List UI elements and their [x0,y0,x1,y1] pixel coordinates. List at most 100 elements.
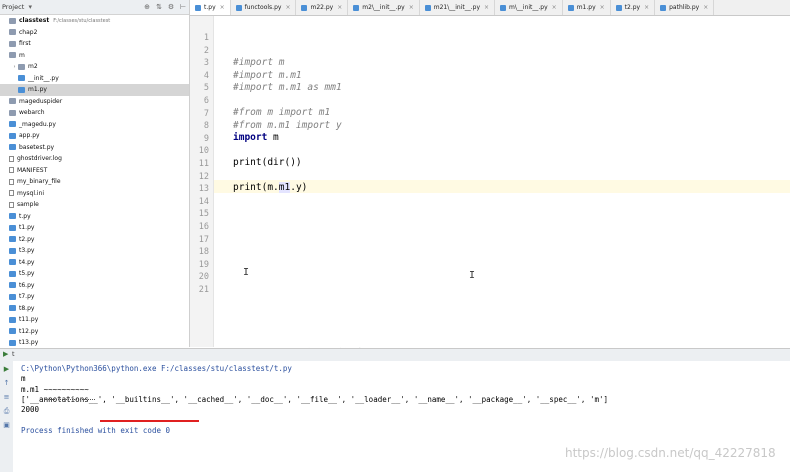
editor-tab[interactable]: m21\__init__.py × [420,0,496,15]
tree-item[interactable]: m1.py [0,84,189,96]
tree-item[interactable]: first [0,38,189,50]
project-panel-title[interactable]: Project [2,3,24,11]
tree-item-label: app.py [19,132,40,140]
hide-icon[interactable]: ⊢ [177,3,189,11]
tree-item[interactable]: t5.py [0,268,189,280]
tree-item[interactable]: basetest.py [0,142,189,154]
tree-item[interactable]: webarch [0,107,189,119]
tree-item[interactable]: t13.py [0,337,189,347]
tree-item-label: t6.py [19,281,35,289]
tree-item[interactable]: t7.py [0,291,189,303]
tree-item[interactable]: sample [0,199,189,211]
editor-tab[interactable]: t2.py × [611,0,656,15]
close-icon[interactable]: × [337,4,342,11]
editor-tab[interactable]: functools.py × [231,0,297,15]
python-file-icon [9,132,16,139]
editor-tab[interactable]: t.py × [190,0,231,15]
python-file-icon [424,4,431,11]
tree-item[interactable]: classtest F:/classes/stu/classtest [0,15,189,27]
console-line: ['__annotations__', '__builtins__', '__c… [21,394,608,404]
close-icon[interactable]: × [409,4,414,11]
tree-item[interactable]: ghostdriver.log [0,153,189,165]
locate-icon[interactable]: ⊕ [141,3,153,11]
tab-label: functools.py [244,4,282,11]
file-icon [9,178,14,185]
tree-item[interactable]: app.py [0,130,189,142]
line-number: 10 [198,146,209,157]
editor-tab[interactable]: m1.py × [563,0,611,15]
close-icon[interactable]: × [644,4,649,11]
tree-item[interactable]: t11.py [0,314,189,326]
tree-item-label: mysql.ini [17,189,45,197]
editor-tab[interactable]: m\__init__.py × [495,0,563,15]
tree-item-label: t3.py [19,247,35,255]
editor-tab[interactable]: m22.py × [296,0,349,15]
editor-tab[interactable]: pathlib.py × [655,0,715,15]
print-icon[interactable]: ⎙ [2,407,11,416]
close-icon[interactable]: × [703,4,708,11]
up-icon[interactable]: ↑ [2,379,11,388]
console-line: 2000 [21,405,40,415]
file-icon [9,190,14,197]
collapse-icon[interactable]: ⇅ [153,3,165,11]
tree-item[interactable]: t1.py [0,222,189,234]
tree-item[interactable]: t12.py [0,326,189,338]
settings-icon[interactable]: ⚙ [165,3,177,11]
dropdown-icon[interactable]: ▾ [24,3,36,11]
tree-item[interactable]: MANIFEST [0,165,189,177]
line-number: 4 [203,70,209,81]
tree-item[interactable]: _magedu.py [0,119,189,131]
folder-icon [9,109,16,116]
tree-item[interactable]: t8.py [0,303,189,315]
tree-item[interactable]: t3.py [0,245,189,257]
editor-tab[interactable]: m2\__init__.py × [348,0,420,15]
tree-item-label: t12.py [19,327,39,335]
warning-underline [45,397,95,400]
python-file-icon [9,328,16,335]
code-line-13-highlight: m1 [278,182,291,193]
close-icon[interactable]: × [484,4,489,11]
tree-item-label: t7.py [19,293,35,301]
tree-item[interactable]: mysql.ini [0,188,189,200]
line-number: 21 [198,285,209,295]
project-path: F:/classes/stu/classtest [53,17,111,24]
tree-item-label: t.py [19,212,31,220]
close-icon[interactable]: × [220,4,225,11]
tree-item[interactable]: t2.py [0,234,189,246]
code-editor[interactable]: 1 2 3 4 5 6 7 8 9 10 11 12 13 14 15 16 17 18 19 20 21 #impor… [190,16,790,347]
run-icon[interactable]: ▶ [3,350,8,358]
code-line-7: #from m import m1 [233,107,331,118]
tree-item[interactable]: __init__.py [0,73,189,85]
keyword-import: import [233,132,268,143]
file-icon [9,155,14,162]
watermark: https://blog.csdn.net/qq_42227818 [565,446,776,460]
trash-icon[interactable]: ▣ [2,421,11,430]
tree-item-label: my_binary_file [17,178,61,186]
python-file-icon [9,282,16,289]
close-icon[interactable]: × [552,4,557,11]
tree-item[interactable]: m [0,50,189,62]
close-icon[interactable]: × [600,4,605,11]
python-file-icon [195,4,201,11]
code-line-8: #from m.m1 import y [233,119,342,131]
tree-item[interactable]: chap2 [0,27,189,39]
folder-icon [9,17,16,24]
tree-item[interactable]: t4.py [0,257,189,269]
chevron-right-icon[interactable]: › [11,64,18,70]
project-tree: classtest F:/classes/stu/classtest chap2 fi… [0,15,189,347]
tree-item[interactable]: t.py [0,211,189,223]
code-line-9-rest: m [267,132,279,143]
folder-icon [9,40,16,47]
tree-item[interactable]: mageduspider [0,96,189,108]
tree-item-label: t8.py [19,304,35,312]
tree-item[interactable]: my_binary_file [0,176,189,188]
tree-item[interactable]: › m2 [0,61,189,73]
close-icon[interactable]: × [285,4,290,11]
line-number: 15 [198,209,209,220]
python-file-icon [615,4,622,11]
rerun-icon[interactable]: ▶ [2,365,11,374]
run-tab-label[interactable]: t [12,350,15,358]
tree-item[interactable]: t6.py [0,280,189,292]
tree-item-label: webarch [19,109,45,117]
wrap-icon[interactable]: ≡ [2,393,11,402]
